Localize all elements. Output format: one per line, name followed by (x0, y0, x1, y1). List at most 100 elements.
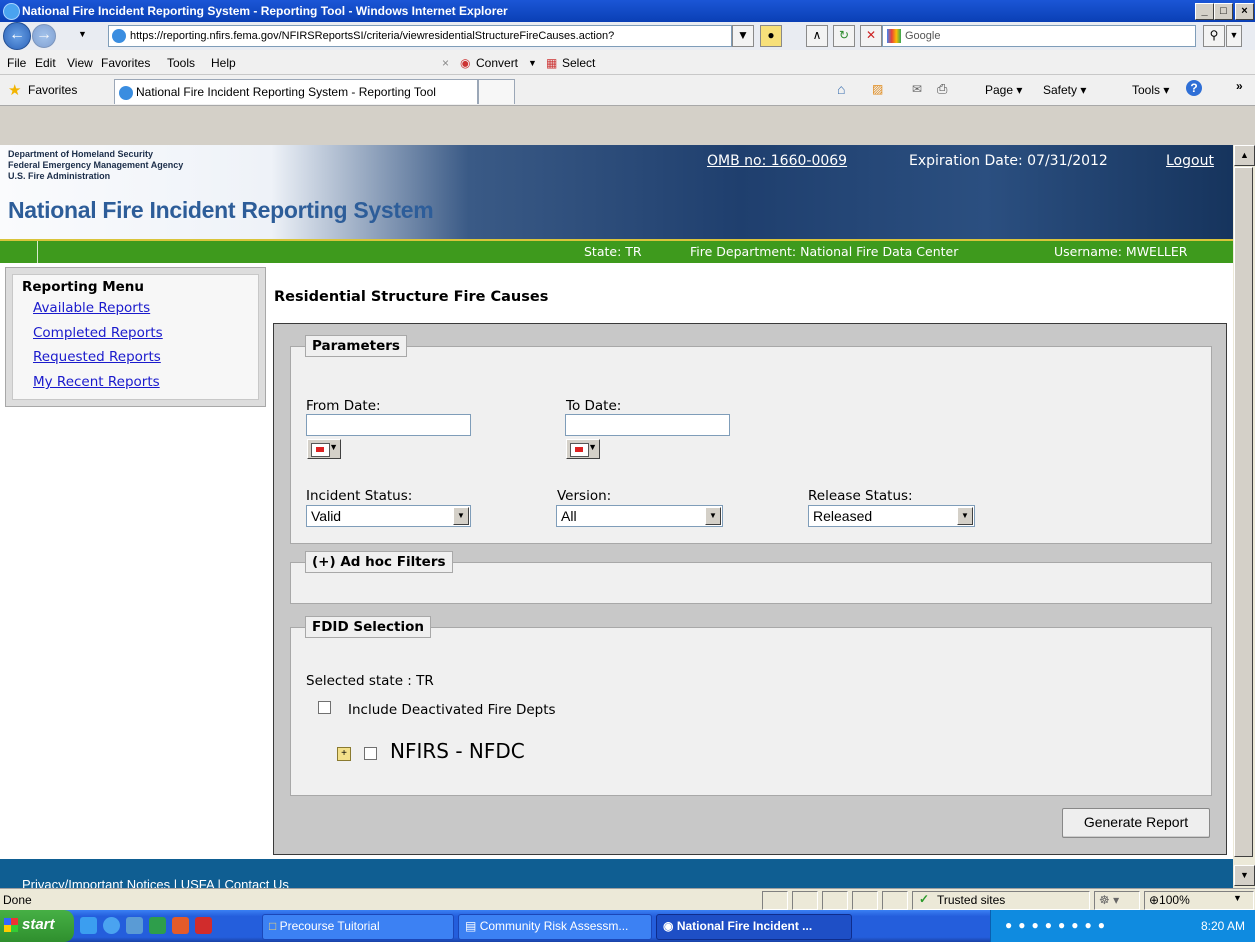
task-nfirs-active[interactable]: ◉ National Fire Incident ... (656, 914, 852, 940)
vertical-scrollbar[interactable]: ▲ ▼ (1233, 145, 1255, 888)
system-title: National Fire Incident Reporting System (8, 197, 434, 223)
logout-link[interactable]: Logout (1166, 153, 1214, 169)
quicklaunch-powerpoint-icon[interactable] (172, 917, 189, 934)
chevron-down-icon[interactable]: ▼ (705, 507, 721, 525)
lock-icon[interactable]: ● (760, 25, 782, 47)
generate-report-button[interactable]: Generate Report (1062, 808, 1210, 838)
release-status-value: Released (813, 508, 873, 524)
mail-icon[interactable]: ✉ (912, 82, 922, 96)
protected-mode-icon[interactable]: ☸ ▾ (1094, 891, 1140, 910)
to-date-input[interactable] (565, 414, 730, 436)
incident-status-select[interactable]: Valid ▼ (306, 505, 471, 527)
chevron-down-icon: ▼ (588, 442, 597, 452)
status-bar: Done ✓ Trusted sites ☸ ▾ ⊕100% ▼ (0, 888, 1255, 911)
state-label: State: TR (584, 244, 642, 259)
user-info-bar: State: TR Fire Department: National Fire… (0, 239, 1233, 263)
from-date-calendar-button[interactable]: ▼ (307, 439, 341, 459)
chevron-down-icon: ▼ (329, 442, 338, 452)
menu-file[interactable]: File (7, 56, 26, 70)
search-icon[interactable]: ⚲ (1203, 25, 1225, 47)
browser-tab[interactable]: National Fire Incident Reporting System … (114, 79, 478, 104)
tray-icons[interactable]: ●●●●●●●● (1005, 918, 1111, 932)
scroll-down-icon[interactable]: ▼ (1234, 865, 1255, 886)
site-banner: Department of Homeland Security Federal … (0, 145, 1233, 239)
release-status-select[interactable]: Released ▼ (808, 505, 975, 527)
zoom-control[interactable]: ⊕100% ▼ (1144, 891, 1254, 910)
search-placeholder: Google (905, 30, 941, 42)
security-zone[interactable]: ✓ Trusted sites (912, 891, 1090, 910)
menu-tools[interactable]: Tools (167, 56, 195, 70)
quicklaunch-desktop-icon[interactable] (80, 917, 97, 934)
menu-view[interactable]: View (67, 56, 93, 70)
scroll-thumb[interactable] (1234, 167, 1253, 857)
quicklaunch-excel-icon[interactable] (149, 917, 166, 934)
search-options-icon[interactable]: ▼ (1226, 25, 1242, 47)
task-precourse[interactable]: □ Precourse Tuitorial (262, 914, 454, 940)
history-dropdown-icon[interactable]: ▼ (78, 29, 87, 39)
footer-links[interactable]: Privacy/Important Notices | USFA | Conta… (22, 877, 289, 888)
include-deactivated-checkbox[interactable] (318, 701, 331, 714)
compatibility-view-icon[interactable]: ∧ (806, 25, 828, 47)
quicklaunch-ie-icon[interactable] (103, 917, 120, 934)
folder-icon: □ (269, 919, 277, 933)
parameters-section: Parameters From Date: ▼ To Date: ▼ Incid… (290, 335, 1212, 544)
menu-edit[interactable]: Edit (35, 56, 56, 70)
available-reports-link[interactable]: Available Reports (33, 300, 150, 316)
status-text: Done (3, 893, 32, 907)
chevron-down-icon[interactable]: ▼ (453, 507, 469, 525)
chevron-down-icon[interactable]: ▼ (957, 507, 973, 525)
status-segment (822, 891, 848, 910)
help-icon[interactable]: ? (1186, 80, 1202, 96)
my-recent-reports-link[interactable]: My Recent Reports (33, 374, 160, 390)
release-status-label: Release Status: (808, 488, 913, 504)
version-select[interactable]: All ▼ (556, 505, 723, 527)
minimize-button[interactable]: _ (1195, 3, 1214, 20)
close-toolbar-icon[interactable]: × (442, 56, 449, 70)
refresh-icon[interactable]: ↻ (833, 25, 855, 47)
incident-status-value: Valid (311, 508, 342, 524)
nfdc-checkbox[interactable] (364, 747, 377, 760)
status-segment (852, 891, 878, 910)
task-community-risk[interactable]: ▤ Community Risk Assessm... (458, 914, 652, 940)
feeds-icon[interactable]: ▨ (872, 82, 883, 96)
maximize-button[interactable]: □ (1214, 3, 1233, 20)
stop-icon[interactable]: ✕ (860, 25, 882, 47)
omb-link[interactable]: OMB no: 1660-0069 (707, 153, 847, 169)
safety-menu[interactable]: Safety ▾ (1043, 83, 1086, 97)
forward-arrow-icon[interactable]: → (32, 24, 56, 48)
dept-line-1: Department of Homeland Security (8, 149, 154, 159)
scroll-up-icon[interactable]: ▲ (1234, 145, 1255, 166)
convert-button[interactable]: Convert (476, 56, 518, 70)
menu-bar: File Edit View Favorites Tools Help × ◉ … (0, 50, 1255, 75)
page-menu[interactable]: Page ▾ (985, 83, 1022, 97)
home-icon[interactable]: ⌂ (837, 81, 845, 97)
convert-dropdown-icon[interactable]: ▼ (528, 58, 537, 68)
quicklaunch-acrobat-icon[interactable] (195, 917, 212, 934)
quicklaunch-word-icon[interactable] (126, 917, 143, 934)
dept-line-3: U.S. Fire Administration (8, 171, 111, 181)
from-date-input[interactable] (306, 414, 471, 436)
requested-reports-link[interactable]: Requested Reports (33, 349, 161, 365)
search-input[interactable]: Google (882, 25, 1196, 47)
tree-expand-icon[interactable]: + (337, 747, 351, 761)
tree-node-nfdc[interactable]: NFIRS - NFDC (390, 739, 525, 763)
select-button[interactable]: Select (562, 56, 595, 70)
tools-menu[interactable]: Tools ▾ (1132, 83, 1169, 97)
completed-reports-link[interactable]: Completed Reports (33, 325, 163, 341)
incident-status-label: Incident Status: (306, 488, 413, 504)
close-button[interactable]: × (1235, 3, 1254, 20)
address-bar[interactable]: https://reporting.nfirs.fema.gov/NFIRSRe… (108, 25, 732, 47)
new-tab-button[interactable] (478, 79, 515, 104)
start-button[interactable]: start (0, 910, 74, 942)
back-arrow-icon[interactable]: ← (3, 22, 31, 50)
favorites-star-icon[interactable]: ★ (8, 81, 21, 99)
menu-favorites[interactable]: Favorites (101, 56, 150, 70)
chevron-more-icon[interactable]: » (1236, 79, 1243, 93)
address-dropdown-button[interactable]: ▼ (732, 25, 754, 47)
to-date-calendar-button[interactable]: ▼ (566, 439, 600, 459)
window-title-bar[interactable]: National Fire Incident Reporting System … (0, 0, 1255, 22)
adhoc-filters-toggle[interactable]: (+) Ad hoc Filters (305, 551, 453, 573)
favorites-button[interactable]: Favorites (28, 83, 77, 97)
menu-help[interactable]: Help (211, 56, 236, 70)
print-icon[interactable]: ⎙ (937, 81, 947, 97)
